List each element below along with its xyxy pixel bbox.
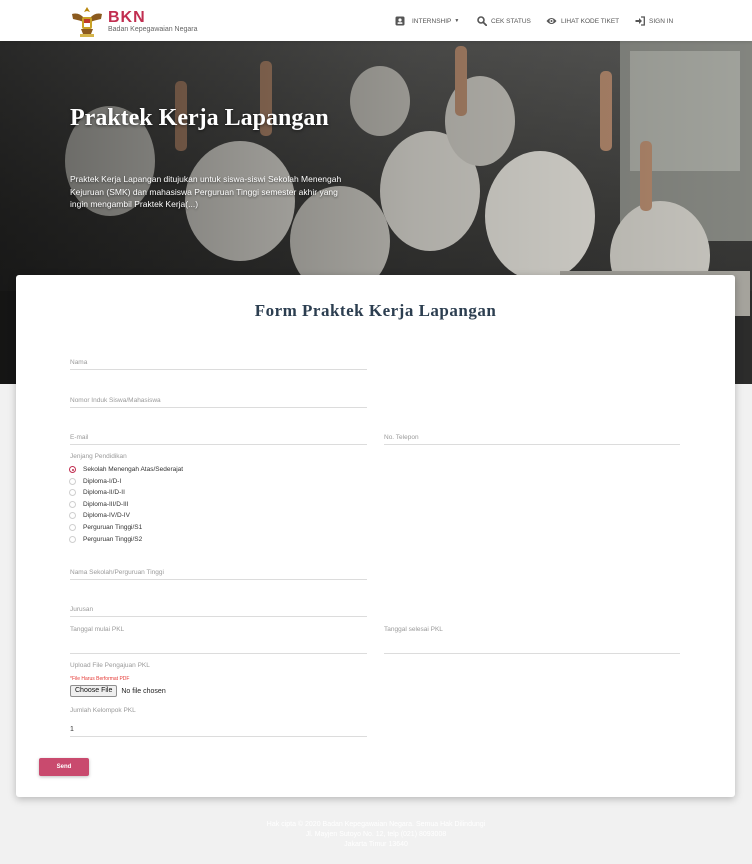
email-label: E-mail bbox=[70, 434, 89, 441]
nav-sign-in-label: SIGN IN bbox=[649, 17, 674, 25]
brand-name: BKN bbox=[108, 9, 146, 26]
radio-label: Diploma-III/D-III bbox=[83, 500, 129, 508]
radio-label: Diploma-II/D-II bbox=[83, 489, 125, 497]
radio-option-s1[interactable]: Perguruan Tinggi/S1 bbox=[69, 522, 142, 533]
radio-option-d1[interactable]: Diploma-I/D-I bbox=[69, 476, 121, 487]
sekolah-field[interactable]: Nama Sekolah/Perguruan Tinggi bbox=[70, 563, 367, 580]
email-field[interactable]: E-mail bbox=[70, 428, 367, 445]
navbar: BKN Badan Kepegawaian Negara INTERNSHIP … bbox=[0, 0, 752, 41]
upload-note: *File Harus Berformat PDF bbox=[70, 676, 130, 682]
telepon-label: No. Telepon bbox=[384, 434, 419, 441]
nav-internship-dropdown[interactable]: INTERNSHIP ▼ bbox=[395, 14, 459, 28]
send-button[interactable]: Send bbox=[39, 758, 89, 776]
eye-icon bbox=[546, 18, 557, 24]
nav-cek-status-label: CEK STATUS bbox=[491, 17, 531, 25]
radio-button-selected[interactable] bbox=[69, 466, 76, 473]
radio-label: Diploma-I/D-I bbox=[83, 477, 122, 485]
nav-sign-in[interactable]: SIGN IN bbox=[635, 14, 673, 28]
sign-in-icon bbox=[635, 16, 645, 26]
radio-button[interactable] bbox=[69, 477, 76, 485]
radio-option-d4[interactable]: Diploma-IV/D-IV bbox=[69, 510, 130, 521]
radio-label: Perguruan Tinggi/S1 bbox=[83, 524, 143, 531]
nav-internship-label: INTERNSHIP bbox=[412, 17, 452, 25]
nama-label: Nama bbox=[70, 359, 88, 366]
radio-button[interactable] bbox=[69, 535, 76, 543]
radio-button[interactable] bbox=[69, 524, 76, 531]
radio-button[interactable] bbox=[69, 489, 76, 497]
radio-label: Sekolah Menengah Atas/Sederajat bbox=[83, 466, 184, 473]
radio-option-sma[interactable]: Sekolah Menengah Atas/Sederajat bbox=[69, 464, 183, 475]
tanggal-selesai-input[interactable] bbox=[384, 637, 680, 654]
brand-logo[interactable]: BKN Badan Kepegawaian Negara bbox=[70, 4, 220, 38]
nama-field[interactable]: Nama bbox=[70, 353, 367, 370]
choose-file-button[interactable]: Choose File bbox=[70, 685, 118, 697]
jurusan-label: Jurusan bbox=[70, 606, 94, 613]
form-card: Form Praktek Kerja Lapangan Nama Nomor I… bbox=[16, 275, 735, 797]
tanggal-mulai-label: Tanggal mulai PKL bbox=[70, 626, 125, 633]
nav-lihat-kode-tiket-label: LIHAT KODE TIKET bbox=[561, 17, 620, 25]
nomor-induk-label: Nomor Induk Siswa/Mahasiswa bbox=[70, 397, 161, 404]
caret-down-icon: ▼ bbox=[454, 18, 460, 24]
hero-title: Praktek Kerja Lapangan bbox=[70, 105, 329, 131]
jumlah-kelompok-label: Jumlah Kelompok PKL bbox=[70, 707, 136, 714]
id-card-icon bbox=[395, 16, 405, 26]
upload-label: Upload File Pengajuan PKL bbox=[70, 662, 150, 669]
search-icon bbox=[477, 16, 487, 26]
radio-label: Diploma-IV/D-IV bbox=[83, 512, 130, 520]
radio-button[interactable] bbox=[69, 500, 76, 508]
form-title: Form Praktek Kerja Lapangan bbox=[254, 301, 497, 320]
footer: Hak cipta © 2020 Badan Kepegawaian Negar… bbox=[0, 820, 752, 850]
footer-city: Jakarta Timur 13640 bbox=[344, 841, 408, 848]
tanggal-mulai-input[interactable] bbox=[70, 637, 367, 654]
hero-description: Praktek Kerja Lapangan ditujukan untuk s… bbox=[70, 174, 342, 209]
footer-address: Jl. Mayjen Sutoyo No. 12, telp (021) 809… bbox=[305, 831, 447, 838]
garuda-emblem-icon bbox=[72, 7, 102, 37]
telepon-field[interactable]: No. Telepon bbox=[384, 428, 680, 445]
footer-copyright: Hak cipta © 2020 Badan Kepegawaian Negar… bbox=[266, 821, 486, 828]
radio-button[interactable] bbox=[69, 512, 76, 520]
jurusan-field[interactable]: Jurusan bbox=[70, 600, 367, 617]
jumlah-kelompok-value: 1 bbox=[70, 726, 74, 733]
nav-lihat-kode-tiket[interactable]: LIHAT KODE TIKET bbox=[546, 14, 619, 28]
radio-option-s2[interactable]: Perguruan Tinggi/S2 bbox=[69, 534, 142, 545]
nomor-induk-field[interactable]: Nomor Induk Siswa/Mahasiswa bbox=[70, 391, 367, 408]
jenjang-label: Jenjang Pendidikan bbox=[70, 453, 127, 460]
radio-option-d2[interactable]: Diploma-II/D-II bbox=[69, 487, 125, 498]
file-status: No file chosen bbox=[121, 687, 166, 695]
radio-label: Perguruan Tinggi/S2 bbox=[83, 535, 143, 543]
sekolah-label: Nama Sekolah/Perguruan Tinggi bbox=[70, 569, 164, 576]
jumlah-kelompok-input[interactable]: 1 bbox=[70, 720, 367, 737]
nav-cek-status[interactable]: CEK STATUS bbox=[477, 14, 531, 28]
brand-subtitle: Badan Kepegawaian Negara bbox=[108, 26, 198, 33]
radio-option-d3[interactable]: Diploma-III/D-III bbox=[69, 499, 129, 510]
file-input[interactable]: Choose File No file chosen bbox=[70, 685, 166, 697]
tanggal-selesai-label: Tanggal selesai PKL bbox=[384, 626, 443, 633]
